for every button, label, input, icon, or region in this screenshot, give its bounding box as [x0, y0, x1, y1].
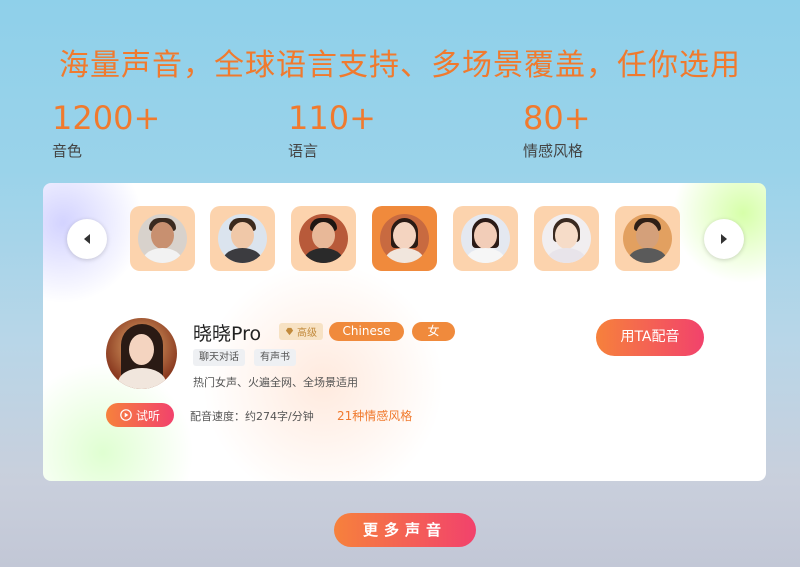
avatar-tile-male-voice-1[interactable]	[130, 206, 195, 271]
use-voice-button[interactable]: 用TA配音	[596, 319, 704, 356]
avatar-tile-female-voice-2[interactable]	[453, 206, 518, 271]
avatar	[138, 214, 187, 263]
avatar	[380, 214, 429, 263]
voice-name: 晓晓Pro	[193, 323, 262, 345]
avatar	[623, 214, 672, 263]
try-listen-label: 试听	[135, 408, 160, 423]
avatar	[218, 214, 267, 263]
gender-tag: 女	[412, 322, 455, 341]
avatar-tile-male-voice-2[interactable]	[210, 206, 275, 271]
dubbing-speed: 配音速度：约274字/分钟	[190, 410, 314, 423]
page-headline: 海量声音，全球语言支持、多场景覆盖，任你选用	[59, 48, 741, 83]
stat-label: 情感风格	[523, 142, 584, 160]
play-circle-icon	[120, 409, 132, 421]
voice-description: 热门女声、火遍全网、全场景适用	[193, 376, 358, 389]
diamond-icon	[285, 327, 294, 336]
stat-voices: 1200+ 音色	[52, 100, 160, 161]
avatar-tile-female-voice-xiaoxiao[interactable]	[372, 206, 437, 271]
stat-value: 110+	[288, 99, 376, 137]
stat-languages: 110+ 语言	[288, 100, 376, 161]
vip-badge: 高级	[279, 323, 323, 340]
scene-tag: 有声书	[254, 349, 296, 366]
more-voices-button[interactable]: 更多声音	[334, 513, 476, 547]
carousel-next-button[interactable]	[704, 219, 744, 259]
avatar	[299, 214, 348, 263]
vip-badge-label: 高级	[297, 328, 317, 339]
stat-emotions: 80+ 情感风格	[523, 100, 591, 161]
avatar	[461, 214, 510, 263]
carousel-prev-button[interactable]	[67, 219, 107, 259]
emotion-count: 21种情感风格	[337, 409, 413, 423]
scene-tag: 聊天对话	[193, 349, 245, 366]
chevron-right-icon	[721, 234, 727, 244]
chevron-left-icon	[84, 234, 90, 244]
avatar-tile-male-voice-4[interactable]	[615, 206, 680, 271]
avatar	[542, 214, 591, 263]
stat-value: 1200+	[52, 99, 161, 137]
avatar-tile-male-voice-3[interactable]	[291, 206, 356, 271]
selected-voice-avatar	[106, 318, 177, 389]
stat-label: 音色	[52, 142, 83, 160]
stat-value: 80+	[523, 99, 591, 137]
avatar-tile-female-voice-3[interactable]	[534, 206, 599, 271]
stat-label: 语言	[288, 142, 319, 160]
try-listen-button[interactable]: 试听	[106, 403, 174, 427]
language-tag: Chinese	[329, 322, 404, 341]
